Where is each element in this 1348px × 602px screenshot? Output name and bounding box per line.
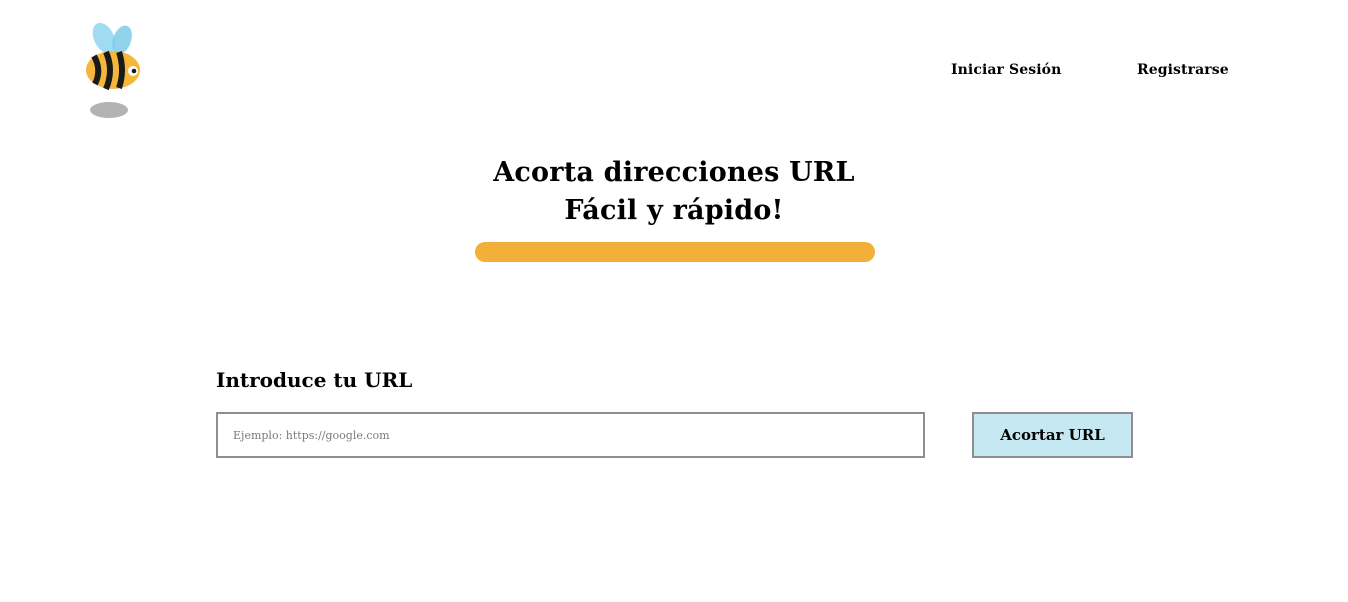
- hero-title-line-2: Fácil y rápido!: [564, 195, 784, 226]
- page: Iniciar Sesión Registrarse Acorta direcc…: [0, 0, 1348, 602]
- url-form-label: Introduce tu URL: [216, 368, 413, 392]
- shorten-url-button[interactable]: Acortar URL: [972, 412, 1133, 458]
- login-link[interactable]: Iniciar Sesión: [951, 62, 1061, 78]
- hero-title: Acorta direcciones URL Fácil y rápido!: [0, 154, 1348, 230]
- hero-accent-bar: [475, 242, 875, 262]
- bee-icon: [86, 22, 140, 118]
- url-input[interactable]: [216, 412, 925, 458]
- register-link[interactable]: Registrarse: [1137, 62, 1229, 78]
- bee-logo[interactable]: [82, 18, 144, 122]
- hero-title-line-1: Acorta direcciones URL: [493, 157, 855, 188]
